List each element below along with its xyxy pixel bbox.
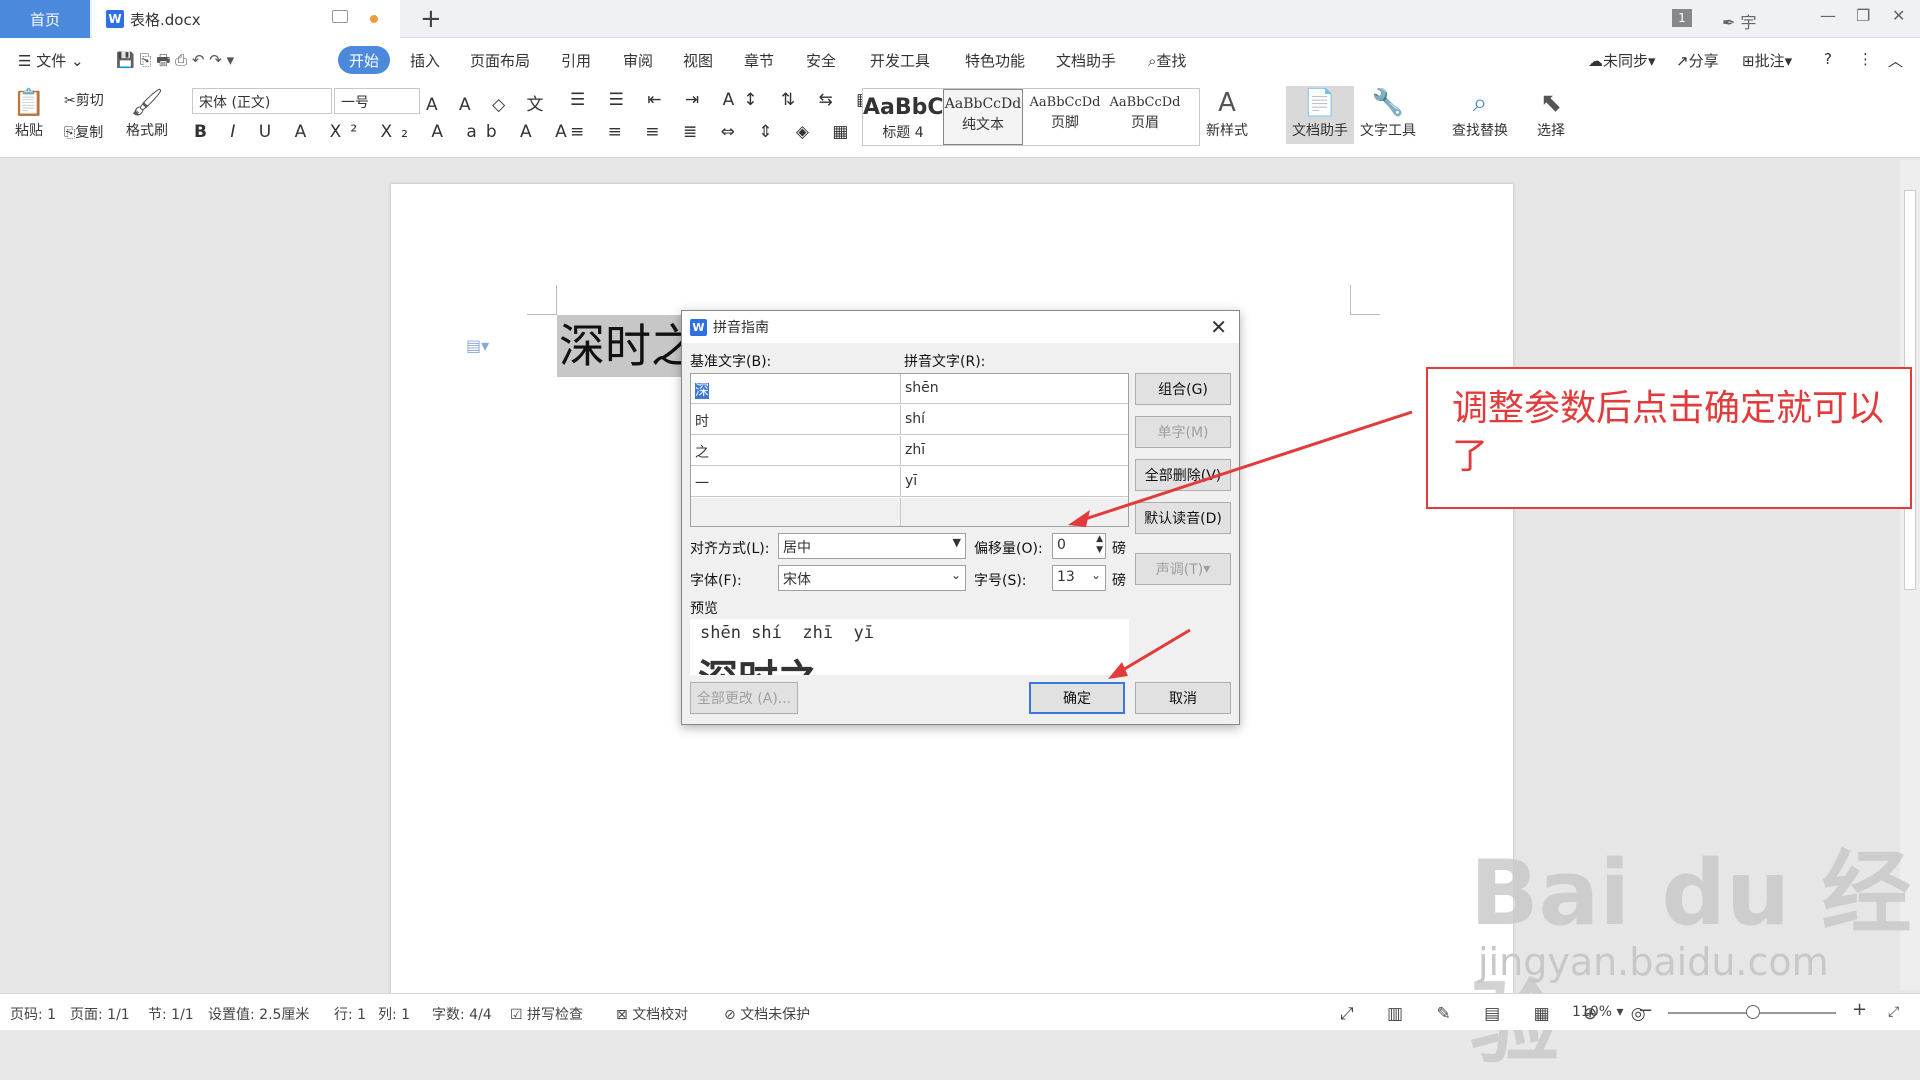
spell-check-button[interactable]: ☑ 拼写检查 — [510, 1004, 583, 1024]
status-setting: 设置值: 2.5厘米 — [208, 1007, 310, 1023]
status-words[interactable]: 字数: 4/4 — [432, 1004, 492, 1024]
zoom-in-icon[interactable]: + — [1852, 999, 1867, 1020]
zoom-slider-thumb[interactable] — [1746, 1005, 1760, 1019]
zoom-select[interactable]: 110% ▾ — [1572, 1004, 1624, 1020]
status-bar: 页码: 1 页面: 1/1 节: 1/1 设置值: 2.5厘米 行: 1 列: … — [0, 993, 1920, 1030]
spell-label: 拼写检查 — [527, 1007, 584, 1023]
arrow-head — [1068, 510, 1090, 527]
zoom-out-icon[interactable]: − — [1638, 1000, 1653, 1021]
status-pages: 页面: 1/1 — [70, 1007, 130, 1023]
status-row: 行: 1 — [334, 1007, 367, 1023]
status-section: 节: 1/1 — [148, 1007, 194, 1023]
proofread-button[interactable]: ⊠ 文档校对 — [616, 1004, 688, 1024]
status-page-num[interactable]: 页码: 1 — [10, 1004, 56, 1024]
arrow-head — [1108, 662, 1128, 679]
zoom-value: 110% — [1572, 1004, 1613, 1020]
protect-status[interactable]: ⊘ 文档未保护 — [724, 1004, 810, 1024]
watermark-url: jingyan.baidu.com — [1478, 940, 1829, 984]
proofread-label: 文档校对 — [632, 1007, 689, 1023]
fit-icon[interactable]: ⤢ — [1888, 1004, 1899, 1020]
arrow-line — [1115, 628, 1191, 676]
protect-label: 文档未保护 — [740, 1007, 811, 1023]
arrow-line — [1075, 410, 1413, 524]
status-col: 列: 1 — [378, 1007, 411, 1023]
